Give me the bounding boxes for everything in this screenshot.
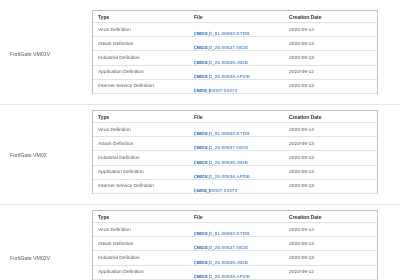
- row-type: Virus Definition: [98, 127, 131, 133]
- md5-link[interactable]: ( MD5 ): [194, 275, 210, 280]
- table-row: Virus Definition OS7.2.0_91.06950.ETDB (…: [93, 123, 377, 138]
- model-name: FortiGate VM02V: [10, 256, 51, 262]
- row-type: Application Definition: [98, 170, 144, 176]
- column-file: File: [194, 14, 203, 21]
- row-type: Industrial Definition: [98, 55, 140, 61]
- row-type: Attack Definition: [98, 141, 134, 147]
- table-row: Internet Service Definition fos72_00007.…: [93, 180, 377, 194]
- table-row: Internet Service Definition fos72_00007.…: [93, 80, 377, 94]
- row-type: Application Definition: [98, 270, 144, 276]
- table-row: Application Definition OS7.2.0_25.00636.…: [93, 66, 377, 80]
- column-file: File: [194, 214, 203, 221]
- model-name: FortiGate VM02: [10, 153, 47, 159]
- model-section-vm02v: FortiGate VM02V Type File Creation Date …: [0, 204, 400, 280]
- table-row: Attack Definition OS7.2.0_25.00637.NIDS …: [93, 237, 377, 252]
- model-section-vm02: FortiGate VM02 Type File Creation Date V…: [0, 104, 400, 204]
- row-type: Application Definition: [98, 70, 144, 76]
- row-type: Internet Service Definition: [98, 84, 154, 90]
- column-date: Creation Date: [289, 114, 322, 121]
- column-date: Creation Date: [289, 14, 322, 21]
- row-type: Virus Definition: [98, 27, 131, 33]
- row-date: 2023-09-12: [289, 270, 315, 276]
- table-header: Type File Creation Date: [93, 111, 377, 123]
- row-date: 2023-09-13: [289, 241, 315, 247]
- row-type: Industrial Definition: [98, 155, 140, 161]
- row-date: 2023-09-13: [289, 84, 315, 90]
- table-row: Attack Definition OS7.2.0_25.00637.NIDS …: [93, 137, 377, 152]
- row-date: 2023-09-12: [289, 170, 315, 176]
- row-date: 2023-09-13: [289, 41, 315, 47]
- definitions-table: Type File Creation Date Virus Definition…: [92, 110, 378, 194]
- row-date: 2023-09-13: [289, 141, 315, 147]
- row-date: 2023-09-14: [289, 227, 315, 233]
- table-header: Type File Creation Date: [93, 211, 377, 223]
- table-row: Virus Definition OS7.2.0_91.06950.ETDB (…: [93, 23, 377, 38]
- row-date: 2023-09-14: [289, 127, 315, 133]
- definitions-table: Type File Creation Date Virus Definition…: [92, 210, 378, 280]
- table-row: Application Definition OS7.2.0_25.00636.…: [93, 166, 377, 180]
- column-type: Type: [98, 114, 110, 121]
- row-date: 2023-09-14: [289, 27, 315, 33]
- column-date: Creation Date: [289, 214, 322, 221]
- table-header: Type File Creation Date: [93, 11, 377, 23]
- table-row: Industrial Definition OS7.2.0_25.00636.I…: [93, 51, 377, 66]
- model-name: FortiGate VM01V: [10, 52, 51, 58]
- row-type: Attack Definition: [98, 41, 134, 47]
- row-date: 2023-09-12: [289, 55, 315, 61]
- row-type: Internet Service Definition: [98, 184, 154, 190]
- row-type: Attack Definition: [98, 241, 134, 247]
- md5-link[interactable]: ( MD5 ): [194, 189, 210, 194]
- definitions-table: Type File Creation Date Virus Definition…: [92, 10, 378, 94]
- table-row: Application Definition OS7.2.0_25.00636.…: [93, 266, 377, 280]
- column-type: Type: [98, 14, 110, 21]
- row-date: 2023-09-13: [289, 184, 315, 190]
- table-row: Attack Definition OS7.2.0_25.00637.NIDS …: [93, 37, 377, 52]
- column-type: Type: [98, 214, 110, 221]
- model-section-vm01v: FortiGate VM01V Type File Creation Date …: [0, 0, 400, 104]
- column-file: File: [194, 114, 203, 121]
- row-date: 2023-09-12: [289, 155, 315, 161]
- table-row: Virus Definition OS7.2.0_91.06950.ETDB (…: [93, 223, 377, 238]
- row-type: Virus Definition: [98, 227, 131, 233]
- row-date: 2023-09-12: [289, 255, 315, 261]
- md5-link[interactable]: ( MD5 ): [194, 89, 210, 94]
- row-date: 2023-09-12: [289, 70, 315, 76]
- table-row: Industrial Definition OS7.2.0_25.00636.I…: [93, 151, 377, 166]
- row-type: Industrial Definition: [98, 255, 140, 261]
- table-row: Industrial Definition OS7.2.0_25.00636.I…: [93, 251, 377, 266]
